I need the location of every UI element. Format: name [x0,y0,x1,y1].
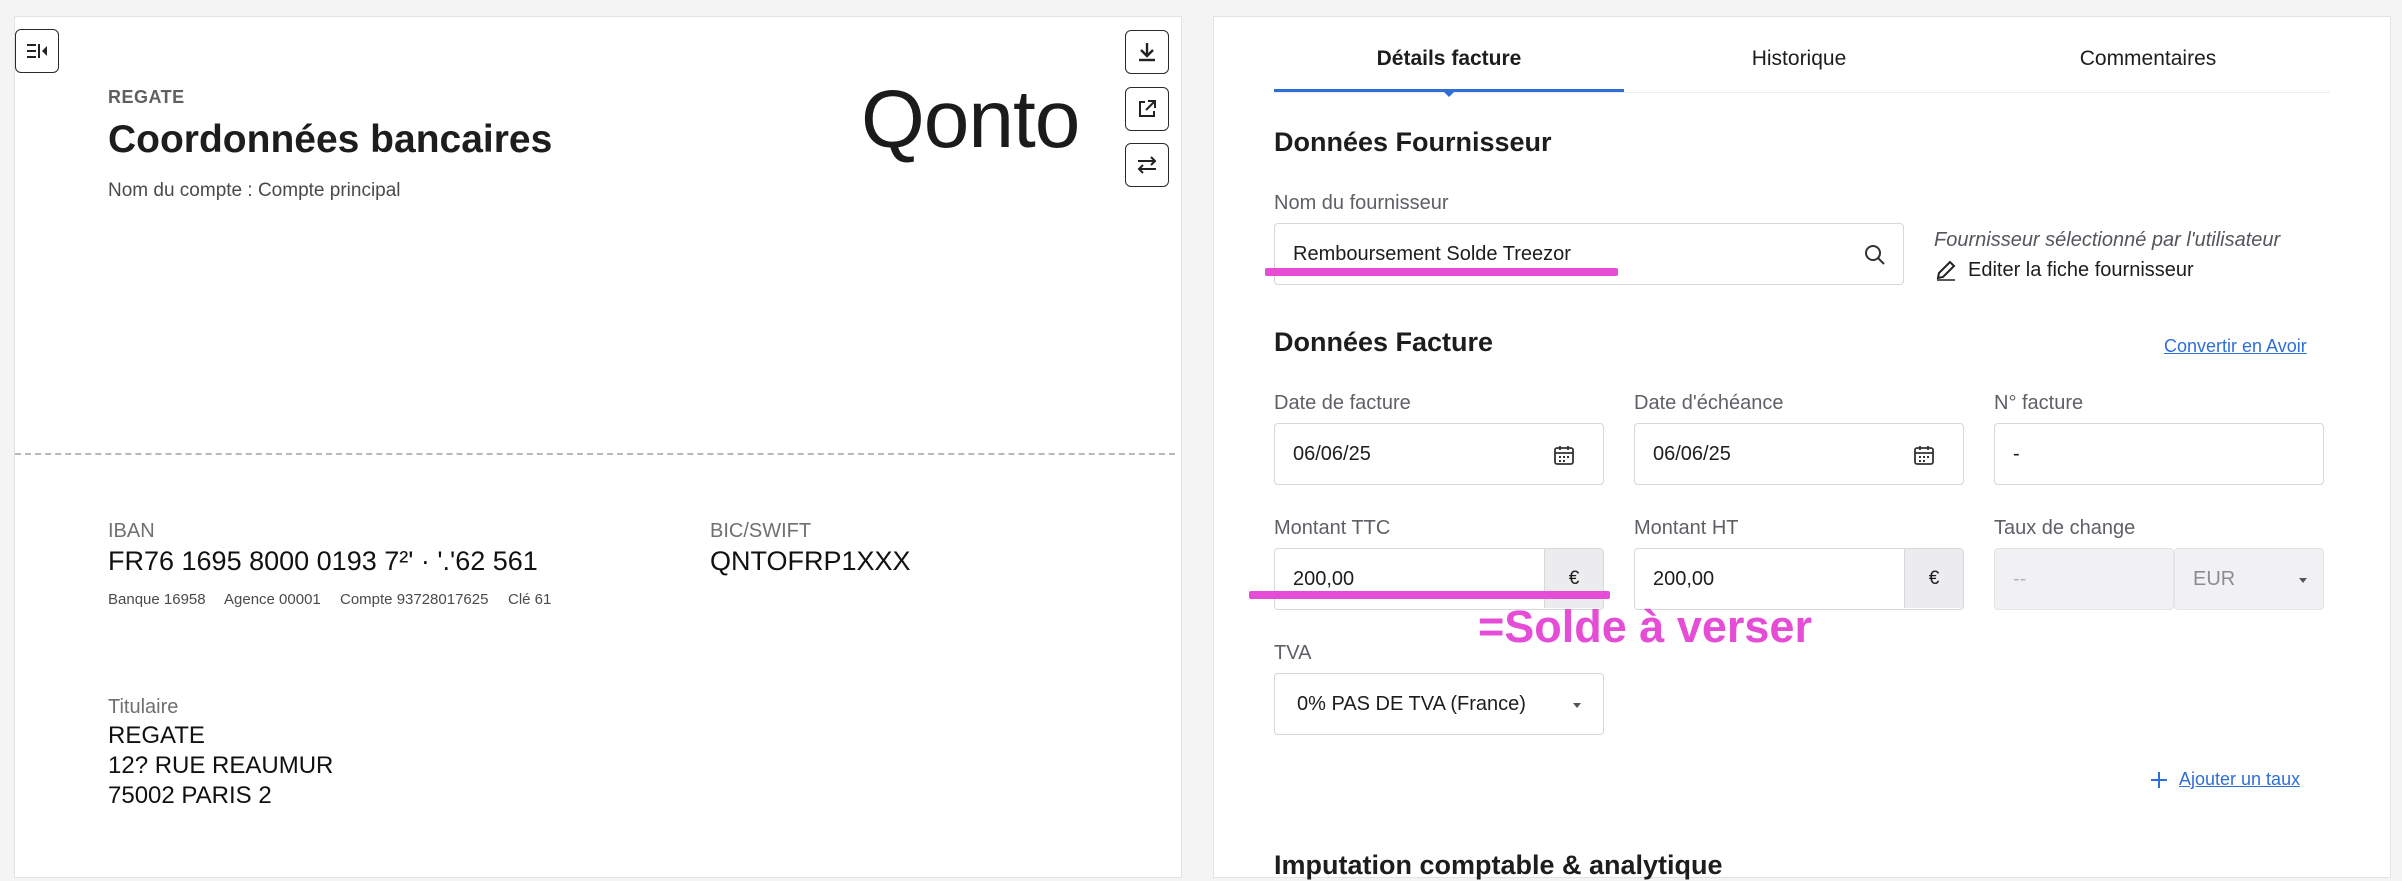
chevron-down-icon [2299,578,2307,583]
supplier-highlight-mark [1265,268,1618,276]
supplier-name-label: Nom du fournisseur [1274,192,1449,214]
add-rate-label: Ajouter un taux [2179,769,2301,789]
vat-value: 0% PAS DE TVA (France) [1297,693,1526,715]
collapse-panel-button[interactable] [15,29,59,73]
chevron-down-icon [1573,703,1581,708]
account-number: Compte 93728017625 [340,591,489,608]
download-icon [1136,41,1158,63]
accounting-section-title: Imputation comptable & analytique [1274,850,1723,880]
bank-code: Banque 16958 [108,591,206,608]
due-date-field[interactable]: 06/06/25 [1634,423,1964,485]
document-preview-panel: REGATE Coordonnées bancaires Nom du comp… [14,16,1182,878]
invoice-number-field[interactable]: - [1994,423,2324,485]
document-title: Coordonnées bancaires [108,118,553,161]
open-external-button[interactable] [1125,87,1169,131]
holder-address-street: 12? RUE REAUMUR [108,752,334,779]
iban-label: IBAN [108,520,155,542]
iban-value: FR76 1695 8000 0193 7²' · '.'62 561 [108,546,538,576]
edit-supplier-button[interactable]: Editer la fiche fournisseur [1934,258,2194,282]
currency-suffix: € [1544,549,1603,608]
invoice-number-value: - [2013,443,2020,465]
holder-name: REGATE [108,722,205,749]
calendar-icon[interactable] [1913,444,1935,466]
tab-comments[interactable]: Commentaires [1973,47,2323,71]
search-icon[interactable] [1863,243,1887,267]
holder-address-city: 75002 PARIS 2 [108,782,272,809]
annotation-balance-note: =Solde à verser [1478,601,1812,652]
add-rate-button[interactable]: Ajouter un taux [2149,769,2300,790]
invoice-date-field[interactable]: 06/06/25 [1274,423,1604,485]
tab-invoice-details[interactable]: Détails facture [1274,47,1624,71]
exchange-rate-field: -- [1994,548,2174,610]
amount-ht-label: Montant HT [1634,517,1739,539]
company-name: REGATE [108,87,185,107]
calendar-icon[interactable] [1553,444,1575,466]
supplier-helper-text: Fournisseur sélectionné par l'utilisateu… [1934,229,2281,251]
edit-supplier-label: Editer la fiche fournisseur [1968,258,2194,281]
due-date-value: 06/06/25 [1653,443,1731,465]
plus-icon [2149,770,2169,790]
swap-document-button[interactable] [1125,143,1169,187]
invoice-date-value: 06/06/25 [1293,443,1371,465]
invoice-details-panel: Détails facture Historique Commentaires … [1213,16,2391,880]
vat-label: TVA [1274,642,1312,664]
due-date-label: Date d'échéance [1634,392,1784,414]
invoice-section-title: Données Facture [1274,327,1494,357]
document-divider [15,453,1175,455]
agency-code: Agence 00001 [224,591,321,608]
external-link-icon [1136,98,1158,120]
collapse-panel-icon [25,41,49,61]
bic-value: QNTOFRP1XXX [710,546,911,576]
rib-key: Clé 61 [508,591,552,608]
bic-label: BIC/SWIFT [710,520,812,542]
amount-ttc-label: Montant TTC [1274,517,1391,539]
convert-to-credit-note-link[interactable]: Convertir en Avoir [2164,336,2307,357]
amount-ttc-value: 200,00 [1293,568,1355,590]
exchange-currency-value: EUR [2193,568,2236,590]
amount-ht-value: 200,00 [1653,568,1715,590]
supplier-section-title: Données Fournisseur [1274,127,1552,157]
tab-history[interactable]: Historique [1624,47,1974,71]
exchange-rate-label: Taux de change [1994,517,2136,539]
invoice-number-label: N° facture [1994,392,2084,414]
amount-highlight-mark [1249,591,1610,599]
download-button[interactable] [1125,30,1169,74]
holder-label: Titulaire [108,696,179,718]
vat-select[interactable]: 0% PAS DE TVA (France) [1274,673,1604,735]
qonto-logo: Qonto [861,74,1080,165]
pencil-icon [1934,258,1958,282]
supplier-name-value: Remboursement Solde Treezor [1293,243,1571,265]
currency-suffix: € [1904,549,1963,608]
tab-bar-divider [1274,92,2330,93]
invoice-date-label: Date de facture [1274,392,1411,414]
account-name-line: Nom du compte : Compte principal [108,180,401,201]
swap-icon [1135,154,1159,176]
exchange-currency-select: EUR [2174,548,2324,610]
active-tab-caret [1443,91,1455,97]
exchange-rate-placeholder: -- [2013,568,2027,590]
